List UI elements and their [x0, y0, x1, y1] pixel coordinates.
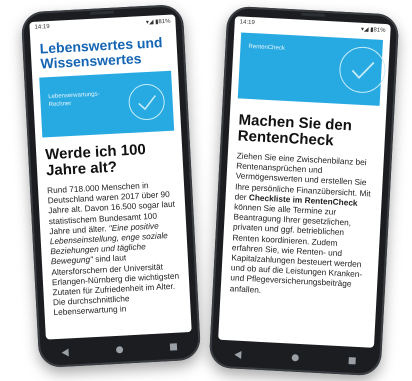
- back-icon: [61, 348, 69, 357]
- home-button[interactable]: [288, 350, 303, 365]
- recents-button[interactable]: [166, 340, 181, 355]
- article-body: Rund 718.000 Menschen in Deutschland war…: [47, 179, 182, 318]
- status-time: 14:19: [239, 19, 255, 27]
- recents-icon: [348, 357, 357, 365]
- article-headline: Machen Sie den RentenCheck: [237, 111, 353, 150]
- phone-right-screen: 14:19 ▾◢ ▮81% RentenCheck Machen Sie den…: [218, 16, 391, 348]
- phone-speaker: [301, 12, 326, 17]
- recents-button[interactable]: [345, 353, 360, 368]
- banner-label: RentenCheck: [248, 43, 285, 52]
- back-button[interactable]: [231, 347, 246, 362]
- rentencheck-banner[interactable]: RentenCheck: [237, 32, 387, 106]
- status-icons: ▾◢ ▮81%: [361, 25, 386, 33]
- phone-left-screen: 14:19 ▾◢ ▮81% Lebenswertes und Wissenswe…: [29, 14, 192, 340]
- back-button[interactable]: [58, 345, 73, 360]
- section-title: Lebenswertes und Wissenswertes: [39, 34, 163, 72]
- back-icon: [234, 350, 242, 359]
- article-content[interactable]: RentenCheck Machen Sie den RentenCheck Z…: [221, 32, 390, 301]
- article-headline: Werde ich 100 Jahre alt?: [44, 141, 147, 180]
- article-body: Ziehen Sie eine Zwischenbilanz bei Rente…: [230, 150, 375, 300]
- home-icon: [116, 346, 124, 354]
- phone-speaker: [89, 10, 114, 15]
- status-icons: ▾◢ ▮81%: [146, 17, 171, 25]
- phone-left: 14:19 ▾◢ ▮81% Lebenswertes und Wissenswe…: [20, 4, 202, 368]
- battery-status: ▾◢ ▮81%: [360, 26, 386, 34]
- recents-icon: [169, 343, 178, 351]
- battery-status: ▾◢ ▮81%: [145, 18, 171, 26]
- status-time: 14:19: [34, 23, 50, 31]
- status-bar: 14:19 ▾◢ ▮81%: [29, 14, 175, 34]
- checkmark-circle-icon: [39, 71, 171, 121]
- calculator-banner[interactable]: Lebenserwartungs-Rechner: [39, 70, 175, 138]
- home-icon: [291, 354, 299, 362]
- home-button[interactable]: [112, 342, 127, 357]
- article-content[interactable]: Lebenswertes und Wissenswertes Lebenserw…: [30, 34, 190, 318]
- banner-label: Lebenserwartungs-Rechner: [48, 91, 100, 109]
- body-text-part: können Sie alle Termine zur Beantragung …: [229, 201, 363, 295]
- phone-right: 14:19 ▾◢ ▮81% RentenCheck Machen Sie den…: [208, 5, 400, 377]
